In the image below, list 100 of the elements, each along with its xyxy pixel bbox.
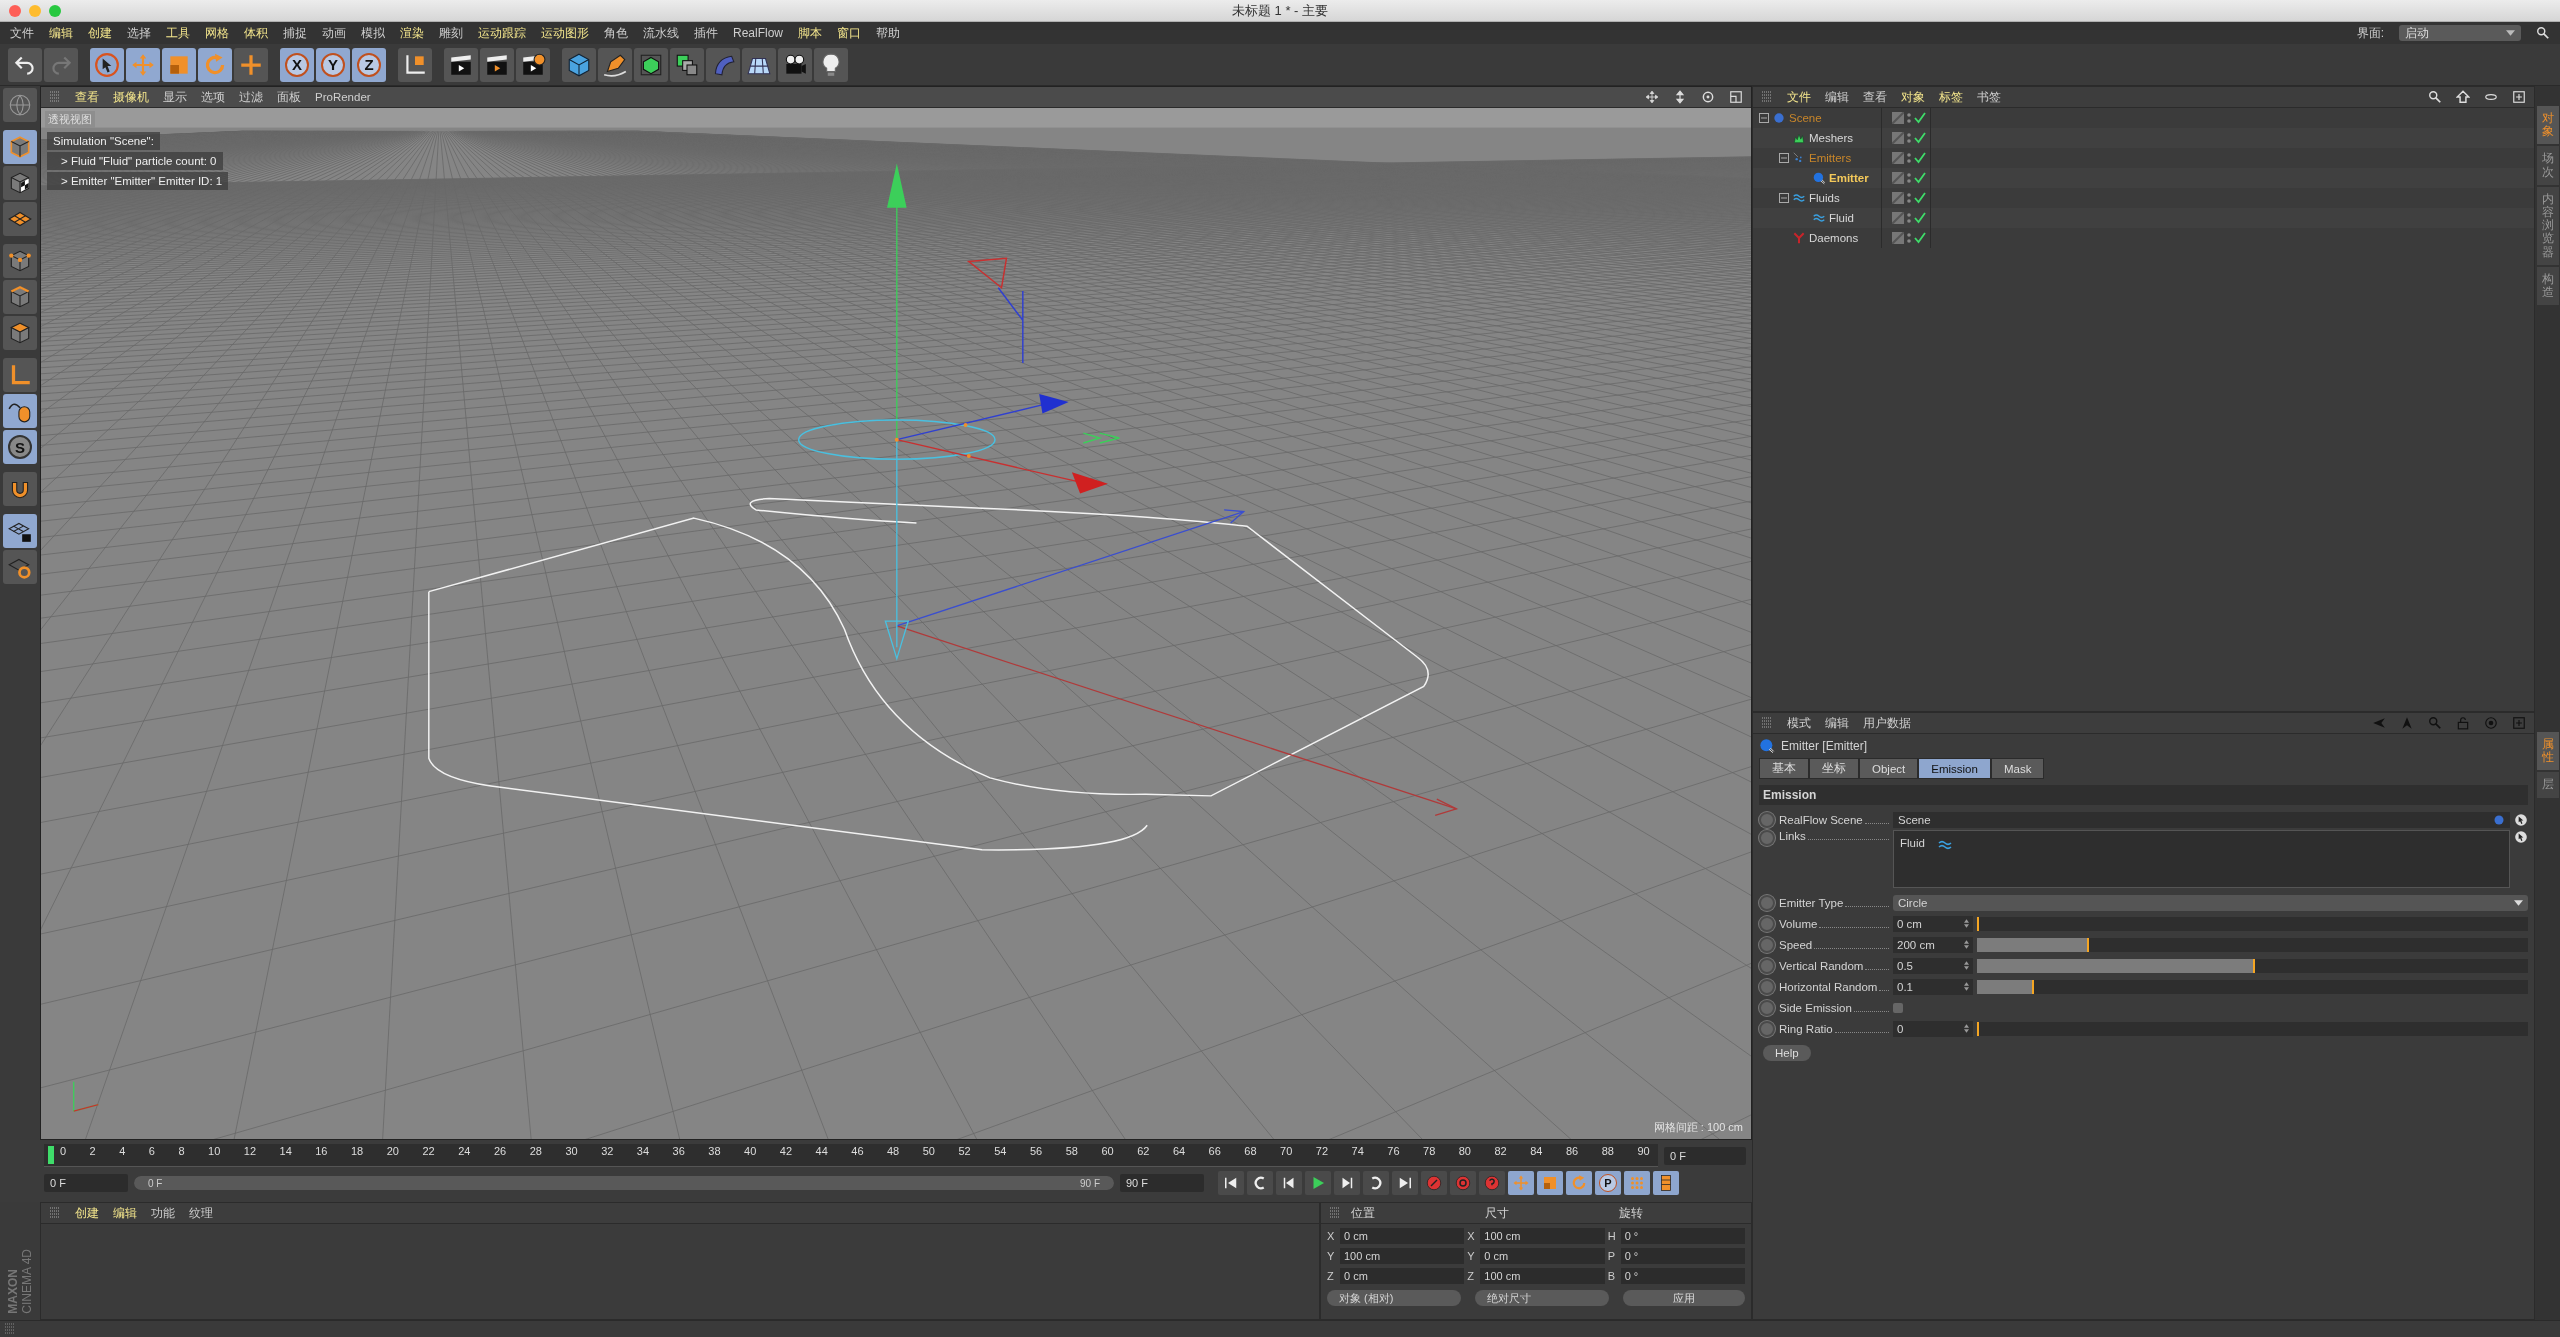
menu-item[interactable]: 渲染 (400, 24, 424, 42)
check-icon[interactable] (1914, 132, 1926, 144)
tab[interactable]: Emission (1918, 758, 1991, 779)
check-icon[interactable] (1914, 112, 1926, 124)
menu-item[interactable]: 流水线 (643, 24, 679, 42)
key-toggle-button[interactable] (1759, 936, 1775, 953)
toolbar-button[interactable] (398, 47, 432, 82)
menu-item[interactable]: 插件 (694, 24, 718, 42)
object-name[interactable]: Emitter (1829, 172, 1869, 184)
visibility-dots-icon[interactable] (1907, 212, 1911, 224)
transport-button[interactable] (1334, 1171, 1360, 1195)
apply-button[interactable]: 应用 (1623, 1290, 1745, 1306)
transport-button[interactable] (1247, 1171, 1273, 1195)
pan-icon[interactable] (1645, 90, 1659, 104)
key-toggle-button[interactable] (1759, 978, 1775, 995)
position-field[interactable]: 100 cm (1340, 1248, 1465, 1264)
key-toggle-button[interactable] (1759, 894, 1775, 911)
dolly-icon[interactable] (1673, 90, 1687, 104)
menu-item[interactable]: 网格 (205, 24, 229, 42)
toolbar-button[interactable] (8, 47, 42, 82)
object-name[interactable]: Meshers (1809, 132, 1854, 144)
transport-button[interactable] (1363, 1171, 1389, 1195)
menu-item[interactable]: 工具 (166, 24, 190, 42)
check-icon[interactable] (1914, 152, 1926, 164)
transport-button[interactable] (1450, 1171, 1476, 1195)
menu-item[interactable]: 窗口 (837, 24, 861, 42)
menu-item[interactable]: 对象 (1901, 89, 1925, 105)
menu-item[interactable]: 运动跟踪 (478, 24, 526, 42)
side-tab[interactable]: 构造 (2536, 266, 2559, 306)
start-frame-field[interactable]: 0 F (44, 1174, 128, 1192)
visibility-dots-icon[interactable] (1907, 132, 1911, 144)
menu-item[interactable]: 摄像机 (113, 89, 149, 105)
number-field[interactable]: 0 cm (1893, 915, 1973, 932)
search-icon[interactable] (2428, 90, 2442, 104)
key-toggle-button[interactable] (1759, 1020, 1775, 1037)
side-tab[interactable]: 层 (2536, 772, 2559, 798)
help-button[interactable]: Help (1763, 1045, 1811, 1061)
tool-button[interactable] (3, 514, 37, 548)
rotation-field[interactable]: 0 ° (1620, 1248, 1745, 1264)
toolbar-button[interactable] (90, 47, 124, 82)
side-tab[interactable]: 内容浏览器 (2536, 186, 2559, 265)
tab[interactable]: Object (1859, 758, 1919, 779)
menu-item[interactable]: 动画 (322, 24, 346, 42)
key-toggle-button[interactable] (1759, 830, 1775, 846)
search-icon[interactable] (2536, 26, 2550, 40)
toolbar-button[interactable] (670, 47, 704, 82)
menu-item[interactable]: 体积 (244, 24, 268, 42)
toolbar-button[interactable] (778, 47, 812, 82)
transport-button[interactable] (1653, 1171, 1679, 1195)
menu-item[interactable]: 编辑 (1825, 715, 1849, 731)
transport-button[interactable]: P (1595, 1171, 1621, 1195)
menu-item[interactable]: 功能 (151, 1205, 175, 1221)
menu-item[interactable]: 角色 (604, 24, 628, 42)
check-icon[interactable] (1914, 172, 1926, 184)
check-icon[interactable] (1914, 212, 1926, 224)
object-name[interactable]: Fluids (1809, 192, 1840, 204)
end-frame-field[interactable]: 90 F (1120, 1174, 1204, 1192)
menu-item[interactable]: 运动图形 (541, 24, 589, 42)
key-toggle-button[interactable] (1759, 811, 1775, 828)
tool-button[interactable] (3, 244, 37, 278)
key-toggle-button[interactable] (1759, 957, 1775, 974)
menu-item[interactable]: 查看 (1863, 89, 1887, 105)
visibility-dots-icon[interactable] (1907, 192, 1911, 204)
key-toggle-button[interactable] (1759, 999, 1775, 1016)
home-icon[interactable] (2456, 90, 2470, 104)
visibility-dots-icon[interactable] (1907, 152, 1911, 164)
menu-item[interactable]: 捕捉 (283, 24, 307, 42)
object-name[interactable]: Scene (1789, 112, 1822, 124)
side-tab[interactable]: 场次 (2536, 146, 2559, 185)
menu-item[interactable]: 查看 (75, 89, 99, 105)
object-name[interactable]: Daemons (1809, 232, 1859, 244)
size-mode-dropdown[interactable]: 绝对尺寸 (1475, 1290, 1609, 1306)
tool-button[interactable] (3, 202, 37, 236)
menu-item[interactable]: 脚本 (798, 24, 822, 42)
toolbar-button[interactable]: X (280, 47, 314, 82)
toolbar-button[interactable] (634, 47, 668, 82)
rotation-field[interactable]: 0 ° (1620, 1268, 1745, 1284)
tool-button[interactable] (3, 166, 37, 200)
layout-dropdown[interactable]: 启动 (2399, 25, 2521, 41)
toolbar-button[interactable]: Y (316, 47, 350, 82)
object-name[interactable]: Emitters (1809, 152, 1852, 164)
toolbar-button[interactable] (742, 47, 776, 82)
menu-item[interactable]: 帮助 (876, 24, 900, 42)
layout-icon[interactable] (1729, 90, 1743, 104)
menu-item[interactable]: 模式 (1787, 715, 1811, 731)
link-field[interactable]: Scene (1893, 811, 2510, 828)
menu-item[interactable]: 创建 (88, 24, 112, 42)
transport-button[interactable] (1392, 1171, 1418, 1195)
check-icon[interactable] (1914, 232, 1926, 244)
link-list-box[interactable]: Fluid (1893, 830, 2510, 888)
tool-button[interactable] (3, 472, 37, 506)
slider-fill[interactable] (1977, 979, 2035, 994)
dropdown[interactable]: Circle (1893, 894, 2528, 911)
check-icon[interactable] (1914, 192, 1926, 204)
menu-item[interactable]: 创建 (75, 1205, 99, 1221)
tool-button[interactable] (3, 280, 37, 314)
key-toggle-button[interactable] (1759, 915, 1775, 932)
orbit-icon[interactable] (1701, 90, 1715, 104)
position-field[interactable]: 0 cm (1340, 1228, 1465, 1244)
tool-button[interactable] (3, 550, 37, 584)
